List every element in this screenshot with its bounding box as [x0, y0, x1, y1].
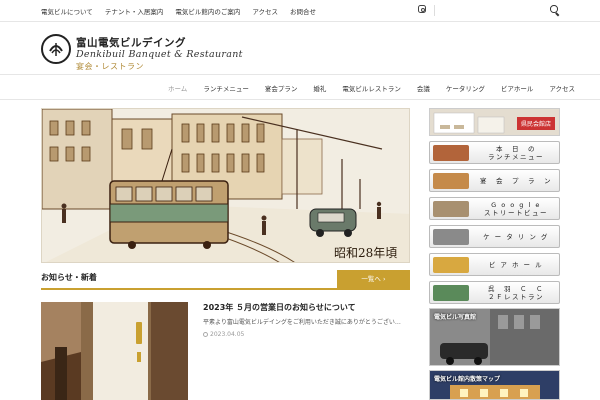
news-item-date: 2023.04.05 — [203, 331, 244, 338]
top-link-contact[interactable]: お問合せ — [290, 6, 316, 16]
kureha-thumbnail — [433, 285, 469, 301]
news-section-header: お知らせ・新着 一覧へ › — [41, 270, 410, 290]
sidebar-button-label: 本 日 の ランチメニュー — [488, 144, 544, 161]
nav-item-lunch[interactable]: ランチメニュー — [195, 83, 257, 93]
instagram-icon[interactable] — [418, 5, 426, 13]
logo-emblem-icon[interactable] — [41, 34, 71, 64]
news-item-thumbnail[interactable] — [41, 302, 188, 400]
top-link-tenant[interactable]: テナント・入居案内 — [105, 6, 164, 16]
divider — [434, 5, 435, 16]
catering-thumbnail — [433, 229, 469, 245]
nav-item-meeting[interactable]: 会議 — [409, 83, 438, 93]
beerhall-thumbnail — [433, 257, 469, 273]
sidebar-photo-map[interactable]: 電気ビル館内散策マップ — [429, 370, 560, 400]
main-nav: ホーム ランチメニュー 宴会プラン 婚礼 電気ビルレストラン 会議 ケータリング… — [0, 74, 600, 100]
sidebar-button-streetview[interactable]: G o o g l e ストリートビュー — [429, 197, 560, 220]
photo-gallery-caption: 電気ビル写真館 — [434, 314, 477, 321]
logo-english: Denkibuil Banquet & Restaurant — [76, 49, 243, 60]
logo-subtitle: 宴会・レストラン — [76, 62, 144, 71]
sidebar-banner-tag: 県民会館店 — [516, 117, 555, 130]
news-item-date-text: 2023.04.05 — [210, 331, 245, 338]
news-item-title[interactable]: 2023年 ５月の営業日のお知らせについて — [203, 302, 356, 313]
sidebar-button-lunch[interactable]: 本 日 の ランチメニュー — [429, 141, 560, 164]
top-links: 電気ビルについて テナント・入居案内 電気ビル館内のご案内 アクセス お問合せ — [41, 6, 316, 16]
hero-illustration: 昭和28年頃 — [41, 108, 410, 263]
sidebar-button-label: ケ ー タ リ ン グ — [483, 232, 549, 241]
sidebar-button-label: 宴 会 プ ラ ン — [480, 176, 552, 185]
hero-caption: 昭和28年頃 — [334, 246, 397, 260]
nav-item-wedding[interactable]: 婚礼 — [305, 83, 334, 93]
sidebar-button-banquet[interactable]: 宴 会 プ ラ ン — [429, 169, 560, 192]
news-item-excerpt: 平素より富山電気ビルデイングをご利用いただき誠にありがとうございます。 ５月の営… — [203, 319, 403, 326]
sidebar-photo-gallery[interactable]: 電気ビル写真館 — [429, 308, 560, 366]
sidebar-button-label: G o o g l e ストリートビュー — [484, 200, 548, 217]
streetview-thumbnail — [433, 201, 469, 217]
nav-item-access[interactable]: アクセス — [541, 83, 583, 93]
nav-item-beerhall[interactable]: ビアホール — [493, 83, 542, 93]
nav-item-catering[interactable]: ケータリング — [438, 83, 493, 93]
sidebar-button-kureha[interactable]: 呉 羽 Ｃ Ｃ ２Ｆレストラン — [429, 281, 560, 304]
lunch-thumbnail — [433, 145, 469, 161]
search-icon[interactable] — [550, 5, 560, 15]
nav-item-home[interactable]: ホーム — [160, 83, 195, 93]
sidebar-button-catering[interactable]: ケ ー タ リ ン グ — [429, 225, 560, 248]
top-link-access[interactable]: アクセス — [252, 6, 278, 16]
top-link-about[interactable]: 電気ビルについて — [41, 6, 93, 16]
sidebar-button-label: 呉 羽 Ｃ Ｃ ２Ｆレストラン — [488, 284, 544, 301]
clock-icon — [203, 331, 208, 337]
photo-map-caption: 電気ビル館内散策マップ — [434, 376, 501, 383]
banquet-thumbnail — [433, 173, 469, 189]
top-utility-bar: 電気ビルについて テナント・入居案内 電気ビル館内のご案内 アクセス お問合せ — [0, 0, 600, 22]
sidebar-banner-kenmin[interactable]: 県民会館店 — [429, 108, 560, 136]
logo-title[interactable]: 富山電気ビルデイング — [76, 35, 186, 50]
news-more-button[interactable]: 一覧へ › — [337, 270, 410, 288]
nav-item-banquet[interactable]: 宴会プラン — [257, 83, 306, 93]
top-link-floor-guide[interactable]: 電気ビル館内のご案内 — [175, 6, 240, 16]
sidebar-button-label: ビ ア ホ ー ル — [488, 260, 544, 269]
nav-item-restaurant[interactable]: 電気ビルレストラン — [334, 83, 409, 93]
sidebar-button-beerhall[interactable]: ビ ア ホ ー ル — [429, 253, 560, 276]
news-heading: お知らせ・新着 — [41, 273, 97, 282]
